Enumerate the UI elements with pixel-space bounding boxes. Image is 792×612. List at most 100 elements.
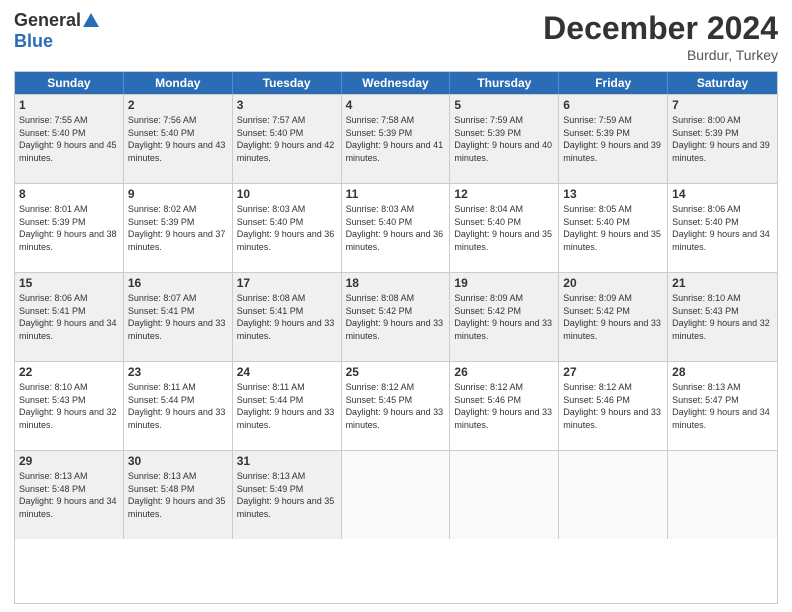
calendar-cell: 7 Sunrise: 8:00 AMSunset: 5:39 PMDaylight… xyxy=(668,95,777,183)
cell-content: Sunrise: 8:06 AMSunset: 5:41 PMDaylight:… xyxy=(19,292,119,342)
day-number: 27 xyxy=(563,365,663,379)
cell-content: Sunrise: 8:12 AMSunset: 5:45 PMDaylight:… xyxy=(346,381,446,431)
calendar-cell: 23Sunrise: 8:11 AMSunset: 5:44 PMDayligh… xyxy=(124,362,233,450)
day-number: 30 xyxy=(128,454,228,468)
day-header-friday: Friday xyxy=(559,72,668,94)
calendar-cell: 16 Sunrise: 8:07 AMSunset: 5:41 PMDayligh… xyxy=(124,273,233,361)
day-number: 3 xyxy=(237,98,337,112)
day-header-sunday: Sunday xyxy=(15,72,124,94)
cell-content: Sunrise: 8:03 AMSunset: 5:40 PMDaylight:… xyxy=(237,203,337,253)
day-number: 6 xyxy=(563,98,663,112)
cell-content: Sunrise: 8:07 AMSunset: 5:41 PMDaylight:… xyxy=(128,292,228,342)
day-number: 21 xyxy=(672,276,773,290)
day-number: 20 xyxy=(563,276,663,290)
cell-content: Sunrise: 8:09 AMSunset: 5:42 PMDaylight:… xyxy=(563,292,663,342)
calendar-cell xyxy=(450,451,559,539)
cell-content: Sunrise: 8:10 AMSunset: 5:43 PMDaylight:… xyxy=(672,292,773,342)
day-number: 1 xyxy=(19,98,119,112)
day-number: 24 xyxy=(237,365,337,379)
calendar-cell: 9 Sunrise: 8:02 AMSunset: 5:39 PMDaylight… xyxy=(124,184,233,272)
page-container: General Blue December 2024 Burdur, Turke… xyxy=(0,0,792,612)
day-number: 14 xyxy=(672,187,773,201)
day-header-thursday: Thursday xyxy=(450,72,559,94)
cell-content: Sunrise: 7:57 AMSunset: 5:40 PMDaylight:… xyxy=(237,114,337,164)
cell-content: Sunrise: 8:06 AMSunset: 5:40 PMDaylight:… xyxy=(672,203,773,253)
calendar-cell: 14 Sunrise: 8:06 AMSunset: 5:40 PMDayligh… xyxy=(668,184,777,272)
calendar-cell: 6Sunrise: 7:59 AMSunset: 5:39 PMDaylight… xyxy=(559,95,668,183)
cell-content: Sunrise: 8:04 AMSunset: 5:40 PMDaylight:… xyxy=(454,203,554,253)
day-number: 31 xyxy=(237,454,337,468)
day-number: 7 xyxy=(672,98,773,112)
day-number: 19 xyxy=(454,276,554,290)
cell-content: Sunrise: 7:59 AMSunset: 5:39 PMDaylight:… xyxy=(454,114,554,164)
page-header: General Blue December 2024 Burdur, Turke… xyxy=(14,10,778,63)
calendar-cell: 28Sunrise: 8:13 AMSunset: 5:47 PMDayligh… xyxy=(668,362,777,450)
cell-content: Sunrise: 8:13 AMSunset: 5:48 PMDaylight:… xyxy=(19,470,119,520)
cell-content: Sunrise: 8:13 AMSunset: 5:48 PMDaylight:… xyxy=(128,470,228,520)
calendar-cell: 29 Sunrise: 8:13 AMSunset: 5:48 PMDayligh… xyxy=(15,451,124,539)
calendar-cell: 2 Sunrise: 7:56 AMSunset: 5:40 PMDaylight… xyxy=(124,95,233,183)
calendar-cell: 8Sunrise: 8:01 AMSunset: 5:39 PMDaylight… xyxy=(15,184,124,272)
calendar-cell: 21 Sunrise: 8:10 AMSunset: 5:43 PMDayligh… xyxy=(668,273,777,361)
day-number: 9 xyxy=(128,187,228,201)
cell-content: Sunrise: 8:09 AMSunset: 5:42 PMDaylight:… xyxy=(454,292,554,342)
cell-content: Sunrise: 7:55 AMSunset: 5:40 PMDaylight:… xyxy=(19,114,119,164)
day-number: 4 xyxy=(346,98,446,112)
day-header-wednesday: Wednesday xyxy=(342,72,451,94)
day-number: 2 xyxy=(128,98,228,112)
calendar-cell: 30 Sunrise: 8:13 AMSunset: 5:48 PMDayligh… xyxy=(124,451,233,539)
calendar-cell: 4 Sunrise: 7:58 AMSunset: 5:39 PMDaylight… xyxy=(342,95,451,183)
calendar: SundayMondayTuesdayWednesdayThursdayFrid… xyxy=(14,71,778,604)
calendar-cell: 24 Sunrise: 8:11 AMSunset: 5:44 PMDayligh… xyxy=(233,362,342,450)
logo: General Blue xyxy=(14,10,99,52)
day-header-tuesday: Tuesday xyxy=(233,72,342,94)
calendar-cell: 25 Sunrise: 8:12 AMSunset: 5:45 PMDayligh… xyxy=(342,362,451,450)
day-number: 28 xyxy=(672,365,773,379)
calendar-cell xyxy=(559,451,668,539)
calendar-row-1: 1 Sunrise: 7:55 AMSunset: 5:40 PMDaylight… xyxy=(15,94,777,183)
cell-content: Sunrise: 8:05 AMSunset: 5:40 PMDaylight:… xyxy=(563,203,663,253)
cell-content: Sunrise: 7:58 AMSunset: 5:39 PMDaylight:… xyxy=(346,114,446,164)
calendar-cell: 17 Sunrise: 8:08 AMSunset: 5:41 PMDayligh… xyxy=(233,273,342,361)
calendar-cell: 13 Sunrise: 8:05 AMSunset: 5:40 PMDayligh… xyxy=(559,184,668,272)
calendar-row-5: 29 Sunrise: 8:13 AMSunset: 5:48 PMDayligh… xyxy=(15,450,777,539)
day-number: 17 xyxy=(237,276,337,290)
day-number: 25 xyxy=(346,365,446,379)
calendar-header: SundayMondayTuesdayWednesdayThursdayFrid… xyxy=(15,72,777,94)
calendar-cell: 10Sunrise: 8:03 AMSunset: 5:40 PMDayligh… xyxy=(233,184,342,272)
title-section: December 2024 Burdur, Turkey xyxy=(543,10,778,63)
calendar-cell: 18Sunrise: 8:08 AMSunset: 5:42 PMDayligh… xyxy=(342,273,451,361)
logo-general-text: General xyxy=(14,10,81,31)
day-number: 12 xyxy=(454,187,554,201)
cell-content: Sunrise: 8:08 AMSunset: 5:41 PMDaylight:… xyxy=(237,292,337,342)
day-number: 29 xyxy=(19,454,119,468)
calendar-cell: 22 Sunrise: 8:10 AMSunset: 5:43 PMDayligh… xyxy=(15,362,124,450)
cell-content: Sunrise: 8:11 AMSunset: 5:44 PMDaylight:… xyxy=(237,381,337,431)
day-header-saturday: Saturday xyxy=(668,72,777,94)
cell-content: Sunrise: 8:13 AMSunset: 5:49 PMDaylight:… xyxy=(237,470,337,520)
calendar-cell: 19 Sunrise: 8:09 AMSunset: 5:42 PMDayligh… xyxy=(450,273,559,361)
calendar-cell: 12 Sunrise: 8:04 AMSunset: 5:40 PMDayligh… xyxy=(450,184,559,272)
cell-content: Sunrise: 8:02 AMSunset: 5:39 PMDaylight:… xyxy=(128,203,228,253)
cell-content: Sunrise: 8:00 AMSunset: 5:39 PMDaylight:… xyxy=(672,114,773,164)
cell-content: Sunrise: 8:12 AMSunset: 5:46 PMDaylight:… xyxy=(454,381,554,431)
day-number: 16 xyxy=(128,276,228,290)
day-number: 18 xyxy=(346,276,446,290)
day-number: 23 xyxy=(128,365,228,379)
day-number: 22 xyxy=(19,365,119,379)
cell-content: Sunrise: 7:56 AMSunset: 5:40 PMDaylight:… xyxy=(128,114,228,164)
calendar-body: 1 Sunrise: 7:55 AMSunset: 5:40 PMDaylight… xyxy=(15,94,777,539)
logo-blue-text: Blue xyxy=(14,31,53,52)
calendar-cell: 5Sunrise: 7:59 AMSunset: 5:39 PMDaylight… xyxy=(450,95,559,183)
calendar-cell: 27 Sunrise: 8:12 AMSunset: 5:46 PMDayligh… xyxy=(559,362,668,450)
day-number: 11 xyxy=(346,187,446,201)
day-header-monday: Monday xyxy=(124,72,233,94)
cell-content: Sunrise: 8:10 AMSunset: 5:43 PMDaylight:… xyxy=(19,381,119,431)
cell-content: Sunrise: 8:12 AMSunset: 5:46 PMDaylight:… xyxy=(563,381,663,431)
location-text: Burdur, Turkey xyxy=(543,47,778,63)
calendar-cell: 3 Sunrise: 7:57 AMSunset: 5:40 PMDaylight… xyxy=(233,95,342,183)
day-number: 13 xyxy=(563,187,663,201)
calendar-cell: 26Sunrise: 8:12 AMSunset: 5:46 PMDayligh… xyxy=(450,362,559,450)
cell-content: Sunrise: 8:01 AMSunset: 5:39 PMDaylight:… xyxy=(19,203,119,253)
month-title: December 2024 xyxy=(543,10,778,47)
